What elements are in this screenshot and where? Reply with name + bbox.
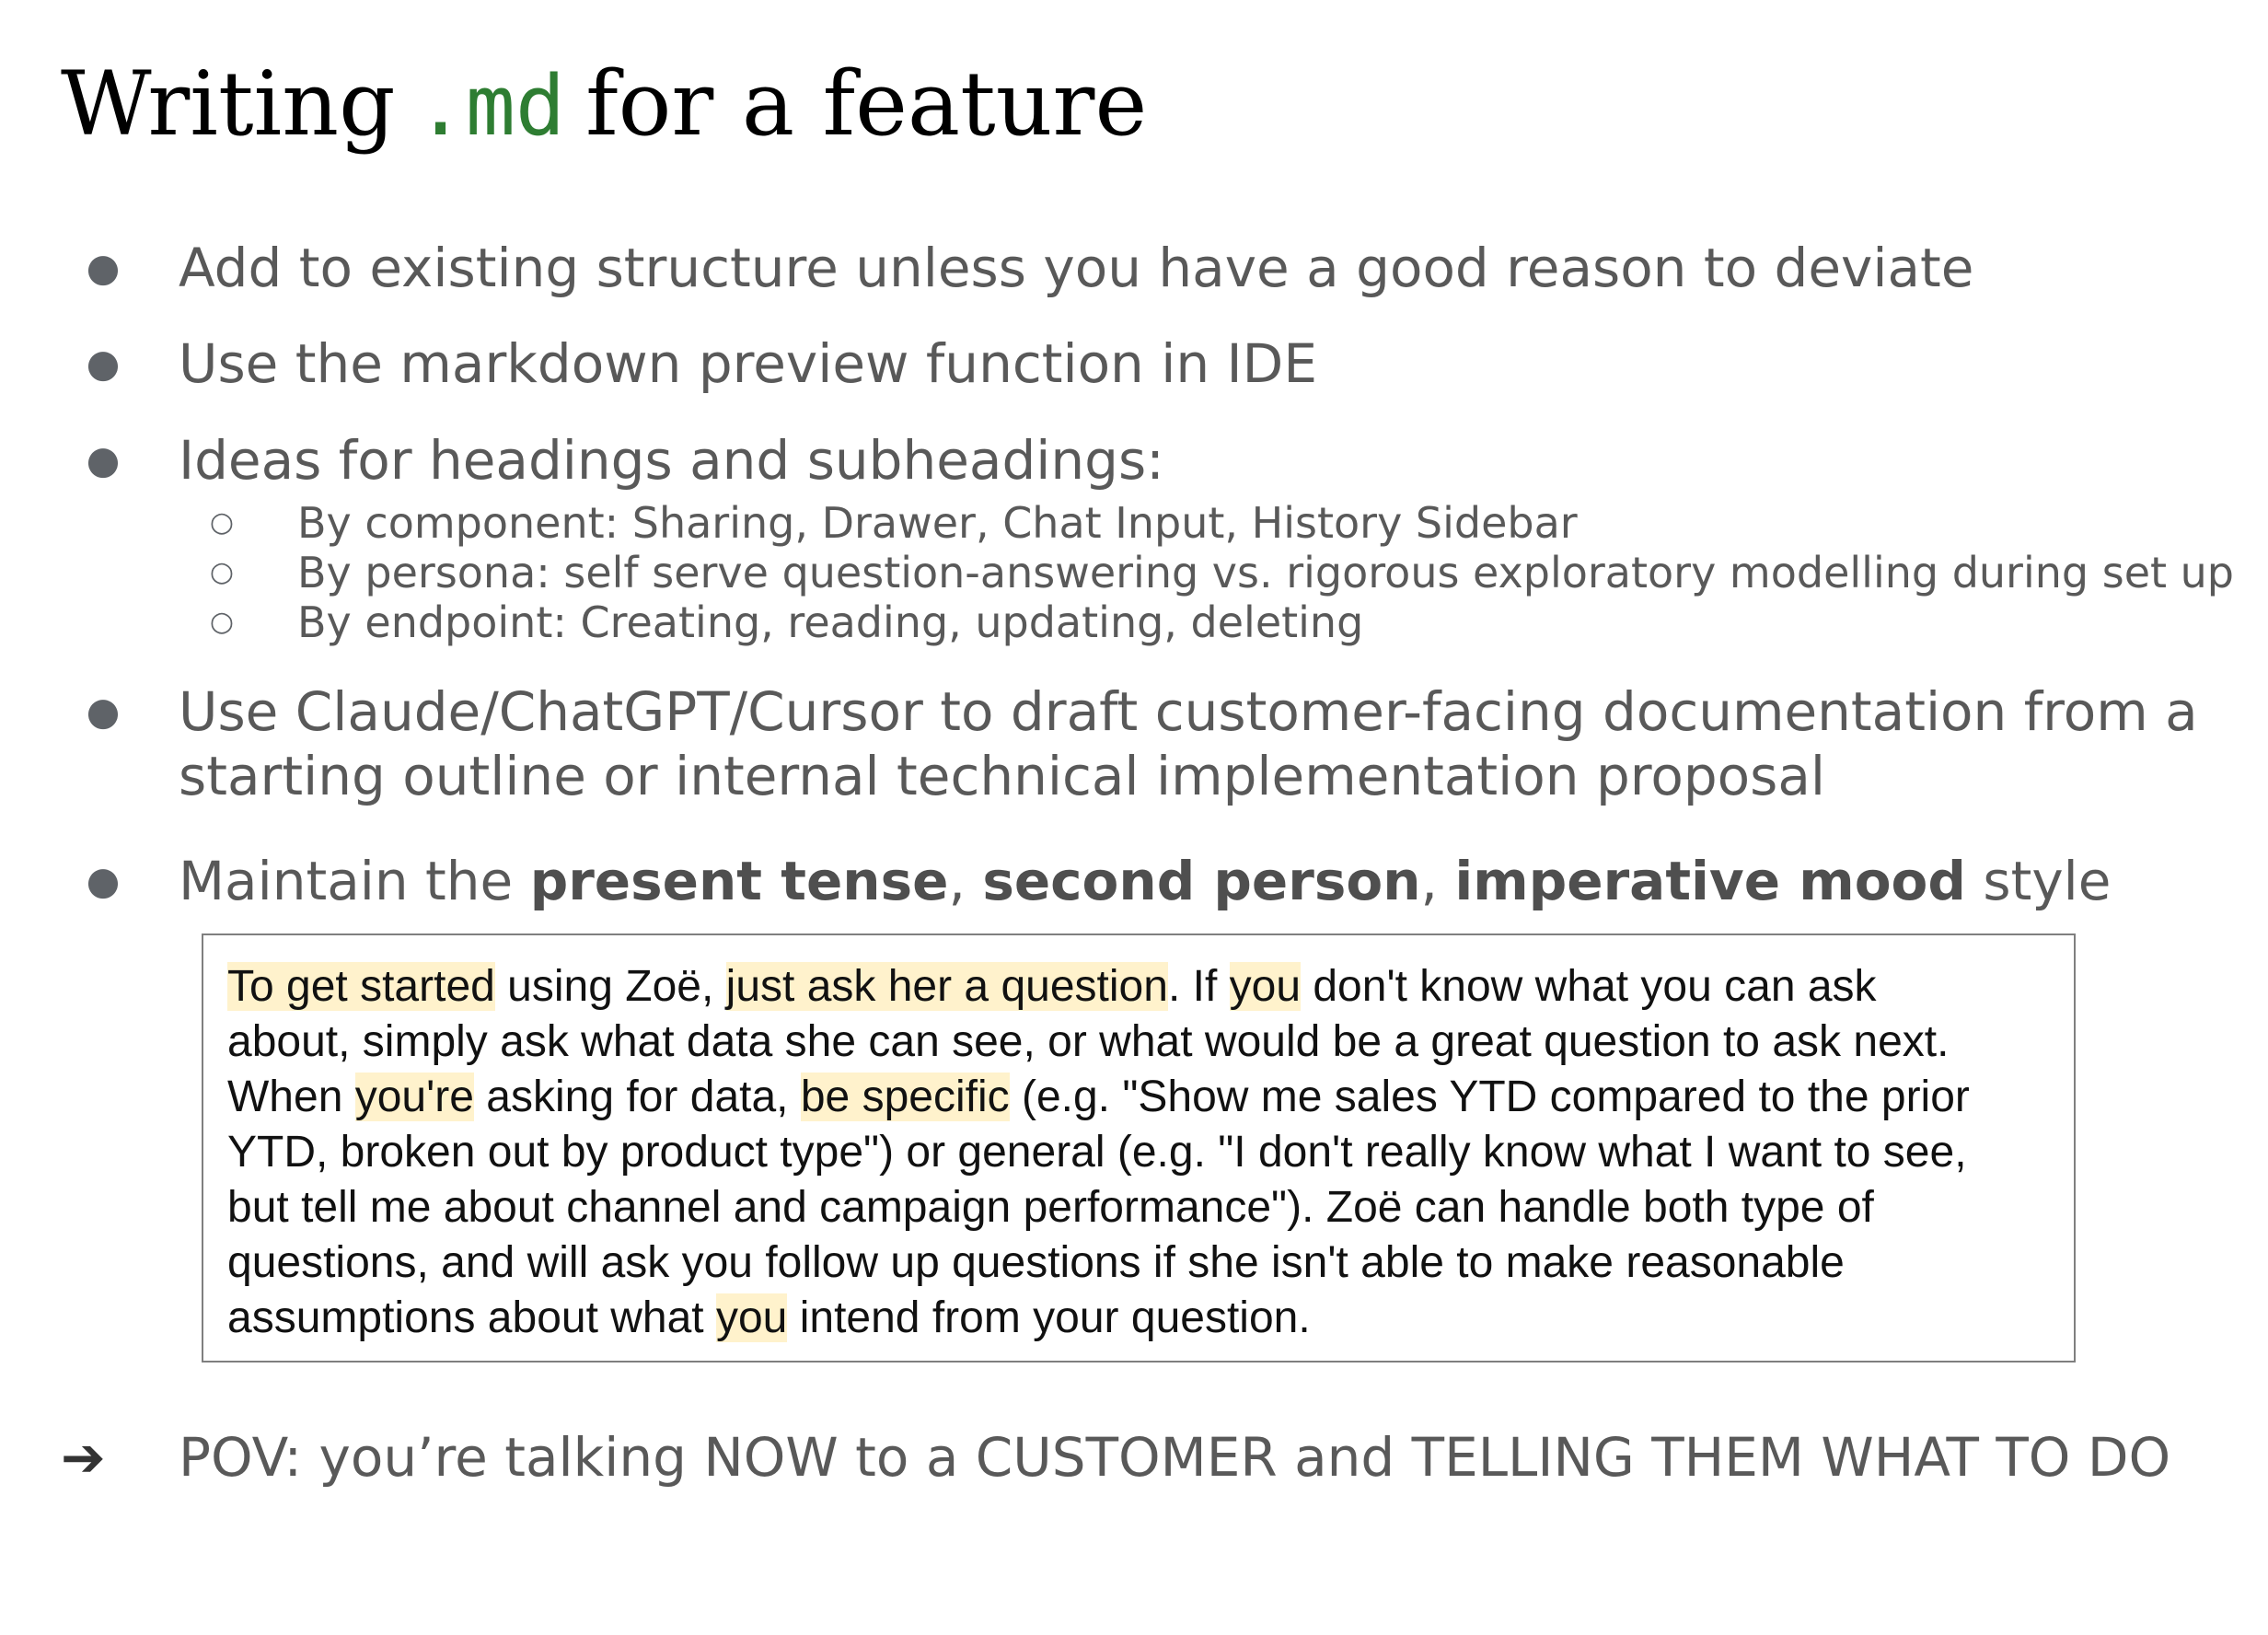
sub-bullet-text: By persona: self serve question-answerin… bbox=[297, 548, 2235, 597]
title-suffix: for a feature bbox=[585, 52, 1148, 156]
slide-title: Writing .md for a feature bbox=[61, 44, 1147, 167]
text-segment: assumptions about what bbox=[227, 1293, 716, 1342]
bullet-marker-icon: ● bbox=[86, 245, 121, 290]
title-prefix: Writing bbox=[61, 52, 396, 156]
bullet-text: Use the markdown preview function in IDE bbox=[179, 332, 1317, 395]
bold-second-person: second person bbox=[982, 850, 1421, 912]
sub-bullet-text: By component: Sharing, Drawer, Chat Inpu… bbox=[297, 498, 1578, 548]
bullet-marker-icon: ● bbox=[86, 437, 121, 482]
sub-bullet-marker-icon: ○ bbox=[209, 556, 235, 588]
bullet-marker-icon: ● bbox=[86, 689, 121, 734]
text-segment: (e.g. "Show me sales YTD compared to the… bbox=[1009, 1073, 1970, 1121]
pov-text: POV: you’re talking NOW to a CUSTOMER an… bbox=[179, 1426, 2171, 1489]
sub-bullet-marker-icon: ○ bbox=[209, 506, 235, 539]
example-box: To get started using Zoë, just ask her a… bbox=[202, 933, 2076, 1362]
text-segment: Maintain the bbox=[179, 850, 530, 912]
bullet-text: Use Claude/ChatGPT/Cursor to draft custo… bbox=[179, 680, 2198, 807]
text-segment: asking for data, bbox=[473, 1073, 801, 1121]
example-line: When you're asking for data, be specific… bbox=[227, 1070, 2050, 1125]
text-segment: , bbox=[1420, 850, 1455, 912]
text-segment: using Zoë, bbox=[494, 962, 726, 1011]
example-line: assumptions about what you intend from y… bbox=[227, 1291, 2050, 1346]
sub-bullet-text: By endpoint: Creating, reading, updating… bbox=[297, 597, 1364, 647]
text-segment: intend from your question. bbox=[787, 1293, 1311, 1342]
example-line: questions, and will ask you follow up qu… bbox=[227, 1238, 1845, 1287]
highlight: you're bbox=[354, 1073, 474, 1121]
highlight: be specific bbox=[800, 1073, 1010, 1121]
bullet-marker-icon: ● bbox=[86, 858, 121, 903]
text-segment: don't know what you can ask bbox=[1301, 962, 1877, 1011]
highlight: you bbox=[1229, 962, 1302, 1011]
bullet-text: Maintain the present tense, second perso… bbox=[179, 849, 2250, 913]
text-segment: When bbox=[227, 1073, 355, 1121]
bullet-text: Ideas for headings and subheadings: bbox=[179, 429, 1164, 492]
example-line: but tell me about channel and campaign p… bbox=[227, 1183, 1874, 1232]
bold-present-tense: present tense bbox=[529, 850, 949, 912]
bold-imperative-mood: imperative mood bbox=[1454, 850, 1966, 912]
highlight: To get started bbox=[227, 962, 495, 1011]
text-segment: . If bbox=[1167, 962, 1230, 1011]
example-line: about, simply ask what data she can see,… bbox=[227, 1017, 1950, 1066]
sub-bullet-marker-icon: ○ bbox=[209, 606, 235, 638]
right-arrow-icon: ➔ bbox=[61, 1426, 106, 1489]
text-segment: style bbox=[1965, 850, 2112, 912]
example-line: To get started using Zoë, just ask her a… bbox=[227, 959, 2050, 1015]
title-code: .md bbox=[415, 58, 566, 155]
example-line: YTD, broken out by product type") or gen… bbox=[227, 1128, 1967, 1177]
highlight: just ask her a question bbox=[725, 962, 1168, 1011]
bullet-text: Add to existing structure unless you hav… bbox=[179, 237, 1974, 299]
highlight: you bbox=[715, 1293, 788, 1342]
bullet-marker-icon: ● bbox=[86, 341, 121, 386]
slide: Writing .md for a feature ● Add to existin… bbox=[0, 0, 2268, 1635]
text-segment: , bbox=[948, 850, 983, 912]
